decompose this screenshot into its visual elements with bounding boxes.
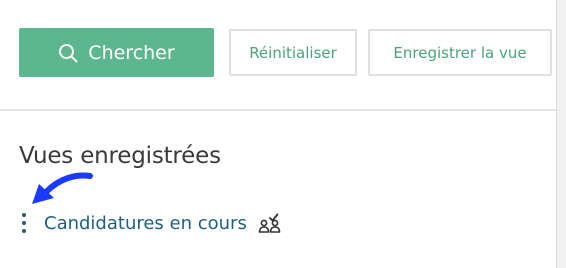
- saved-view-link[interactable]: Candidatures en cours: [44, 213, 247, 234]
- scrollbar[interactable]: [556, 0, 566, 268]
- annotation-arrow-icon: [32, 172, 93, 204]
- search-icon: [59, 43, 78, 62]
- section-divider: [0, 109, 557, 111]
- kebab-menu-icon[interactable]: [16, 208, 32, 238]
- saved-view-item: Candidatures en cours: [16, 206, 283, 240]
- saved-views-title: Vues enregistrées: [19, 143, 221, 169]
- reset-button-label: Réinitialiser: [249, 43, 337, 62]
- shared-users-check-icon: [258, 213, 281, 233]
- search-button-label: Chercher: [88, 41, 175, 64]
- search-button[interactable]: Chercher: [19, 28, 214, 77]
- reset-button[interactable]: Réinitialiser: [229, 29, 357, 76]
- save-view-button[interactable]: Enregistrer la vue: [368, 29, 552, 76]
- search-panel: Chercher Réinitialiser Enregistrer la vu…: [0, 0, 557, 268]
- save-view-button-label: Enregistrer la vue: [393, 43, 527, 62]
